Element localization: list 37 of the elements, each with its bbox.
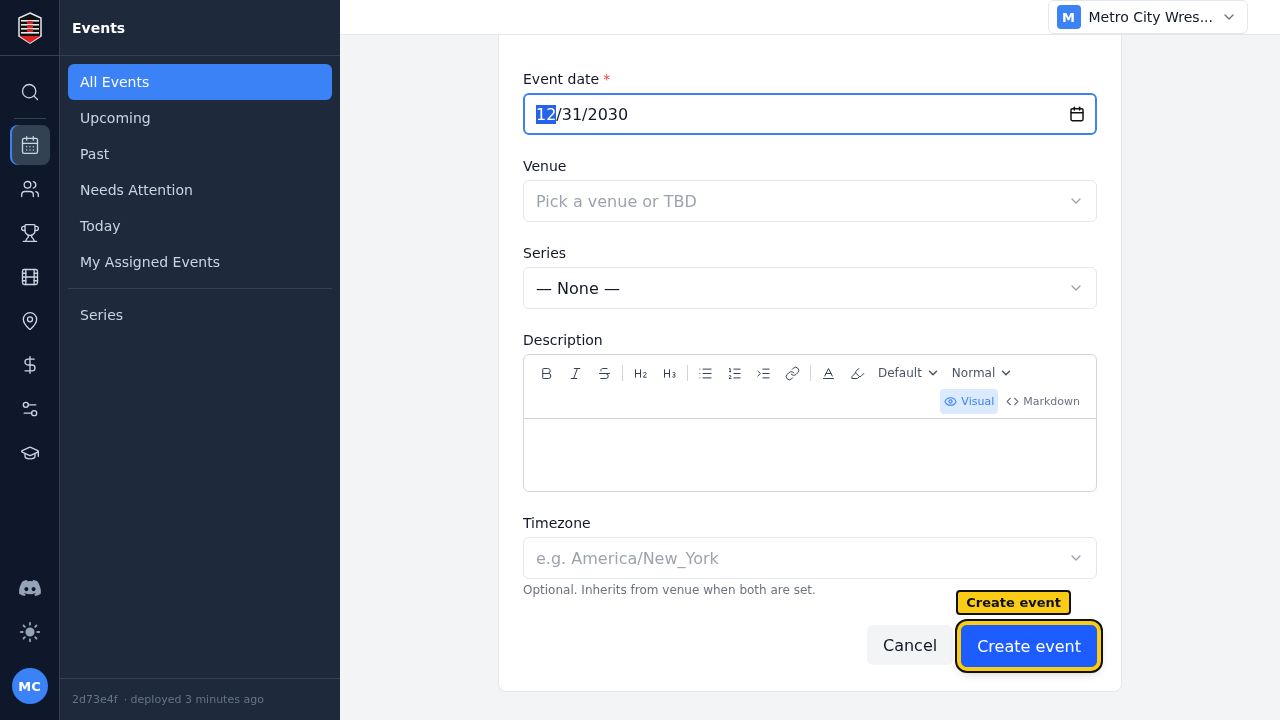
organization-switcher[interactable]: M Metro City Wres... [1047, 0, 1248, 34]
field-label: Venue [523, 157, 567, 176]
field-label: Event date [523, 70, 600, 89]
field-label: Series [523, 244, 567, 263]
org-name: Metro City Wres... [1088, 9, 1213, 25]
sidebar-item[interactable]: Upcoming [68, 100, 332, 136]
sidebar-item[interactable]: Needs Attention [68, 172, 332, 208]
discord-icon [18, 580, 41, 596]
user-avatar[interactable]: MC [11, 668, 48, 704]
date-segment[interactable]: 31 [561, 104, 583, 124]
org-badge: M [1056, 5, 1081, 29]
series-select[interactable]: — None — [523, 267, 1097, 309]
date-separator: / [556, 104, 562, 124]
field-label: Timezone [523, 514, 591, 533]
highlight-label: Create event [956, 590, 1071, 615]
field-hint: Optional. Inherits from venue when both are set. [523, 583, 817, 597]
sidebar-item[interactable]: My Assigned Events [68, 244, 332, 280]
date-segment[interactable]: 2030 [587, 104, 629, 124]
format-dropdown[interactable]: Normal [945, 361, 1020, 385]
format-dropdown[interactable]: Default [872, 361, 946, 385]
date-separator: / [582, 104, 588, 124]
sidebar-item[interactable]: Past [68, 136, 332, 172]
calendar-icon[interactable] [9, 125, 50, 165]
commit-hash: 2d73e4f [72, 693, 118, 706]
cancel-button[interactable]: Cancel [866, 625, 954, 665]
sidebar-item[interactable]: Today [68, 208, 332, 244]
calendar-icon[interactable] [1069, 106, 1085, 122]
sidebar-item[interactable]: All Events [68, 64, 332, 100]
code-icon [1006, 395, 1020, 408]
sidebar-item[interactable]: Series [68, 297, 332, 333]
sidebar-title: Events [72, 19, 126, 36]
logo [16, 11, 43, 44]
editor-mode-tab[interactable]: Markdown [1002, 389, 1084, 414]
eye-icon [944, 395, 958, 408]
required-mark: * [603, 70, 611, 89]
field-label: Description [523, 331, 603, 350]
deploy-time: · deployed 3 minutes ago [123, 693, 264, 706]
